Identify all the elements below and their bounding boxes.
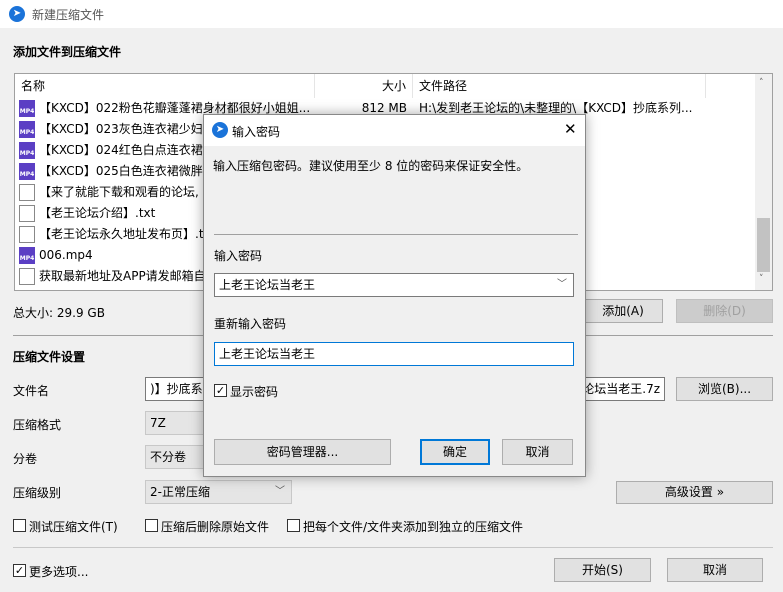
filename-value: )】抄底系 xyxy=(150,382,203,396)
format-label: 压缩格式 xyxy=(13,418,62,432)
delete-button[interactable]: 删除(D) xyxy=(676,299,773,323)
show-password-label: 显示密码 xyxy=(230,385,279,399)
browse-button[interactable]: 浏览(B)... xyxy=(676,377,773,401)
text-file-icon xyxy=(19,184,35,201)
file-name: 【老王论坛介绍】.txt xyxy=(39,206,156,220)
separate-checkbox[interactable] xyxy=(287,519,300,532)
dialog-title: 输入密码 xyxy=(232,125,281,139)
divider xyxy=(13,547,773,548)
app-icon: ➤ xyxy=(212,122,228,138)
column-path[interactable]: 文件路径 xyxy=(413,74,706,98)
file-name: 【KXCD】024红色白点连衣裙 xyxy=(39,143,203,157)
cancel-button[interactable]: 取消 xyxy=(667,558,763,582)
test-label: 测试压缩文件(T) xyxy=(29,520,118,534)
password-input[interactable]: 上老王论坛当老王 ﹀ xyxy=(214,273,574,297)
scrollbar[interactable]: ˄ ˅ xyxy=(755,74,772,290)
mp4-file-icon: MP4 xyxy=(19,100,35,117)
password-dialog: ➤ 输入密码 ✕ 输入压缩包密码。建议使用至少 8 位的密码来保证安全性。 输入… xyxy=(203,114,586,477)
title-bar: ➤ 新建压缩文件 xyxy=(0,0,783,28)
mp4-file-icon: MP4 xyxy=(19,247,35,264)
scroll-down-icon[interactable]: ˅ xyxy=(759,274,764,284)
advanced-button[interactable]: 高级设置 » xyxy=(616,481,773,504)
chevron-down-icon[interactable]: ﹀ xyxy=(557,274,567,296)
mp4-file-icon: MP4 xyxy=(19,121,35,138)
level-select[interactable]: 2-正常压缩 ﹀ xyxy=(145,480,292,504)
column-size[interactable]: 大小 xyxy=(315,74,413,98)
password-manager-button[interactable]: 密码管理器... xyxy=(214,439,391,465)
test-checkbox[interactable] xyxy=(13,519,26,532)
text-file-icon xyxy=(19,226,35,243)
chevron-down-icon: ﹀ xyxy=(275,486,285,497)
ok-button[interactable]: 确定 xyxy=(420,439,490,465)
file-name: 【KXCD】025白色连衣裙微胖 xyxy=(39,164,203,178)
file-name: 【老王论坛永久地址发布页】.tx xyxy=(39,227,211,241)
text-file-icon xyxy=(19,268,35,285)
repassword-label: 重新输入密码 xyxy=(214,317,287,331)
dialog-hint: 输入压缩包密码。建议使用至少 8 位的密码来保证安全性。 xyxy=(213,159,529,173)
filename-value-end: 论坛当老王.7z xyxy=(582,382,660,396)
mp4-file-icon: MP4 xyxy=(19,142,35,159)
level-label: 压缩级别 xyxy=(13,486,62,500)
filename-label: 文件名 xyxy=(13,384,50,398)
delete-after-label: 压缩后删除原始文件 xyxy=(161,520,270,534)
scroll-up-icon[interactable]: ˄ xyxy=(759,78,764,88)
start-button[interactable]: 开始(S) xyxy=(554,558,651,582)
scrollbar-thumb[interactable] xyxy=(757,218,770,272)
level-value: 2-正常压缩 xyxy=(150,485,210,499)
divider xyxy=(214,234,578,235)
more-options-label: 更多选项... xyxy=(29,565,89,579)
settings-title: 压缩文件设置 xyxy=(13,350,86,364)
files-section-title: 添加文件到压缩文件 xyxy=(13,45,122,59)
file-name: 【来了就能下载和观看的论坛, xyxy=(39,185,199,199)
file-name: 【KXCD】023灰色连衣裙少妇 xyxy=(39,122,203,136)
close-icon[interactable]: ✕ xyxy=(564,120,577,138)
file-name: 获取最新地址及APP请发邮箱自 xyxy=(39,269,206,283)
show-password-checkbox[interactable]: ✓ xyxy=(214,384,227,397)
total-size: 总大小: 29.9 GB xyxy=(13,306,105,320)
password-value: 上老王论坛当老王 xyxy=(219,278,316,292)
file-name: 006.mp4 xyxy=(39,248,93,262)
mp4-file-icon: MP4 xyxy=(19,163,35,180)
text-file-icon xyxy=(19,205,35,222)
window-title: 新建压缩文件 xyxy=(32,8,105,22)
repassword-input[interactable]: 上老王论坛当老王 xyxy=(214,342,574,366)
separate-label: 把每个文件/文件夹添加到独立的压缩文件 xyxy=(303,520,524,534)
password-label: 输入密码 xyxy=(214,249,263,263)
more-options-checkbox[interactable]: ✓ xyxy=(13,564,26,577)
delete-after-checkbox[interactable] xyxy=(145,519,158,532)
dialog-cancel-button[interactable]: 取消 xyxy=(502,439,573,465)
app-icon: ➤ xyxy=(9,6,25,22)
split-label: 分卷 xyxy=(13,452,38,466)
dialog-title-bar: ➤ 输入密码 ✕ xyxy=(204,115,585,146)
column-name[interactable]: 名称 xyxy=(15,74,315,98)
add-button[interactable]: 添加(A) xyxy=(583,299,663,323)
